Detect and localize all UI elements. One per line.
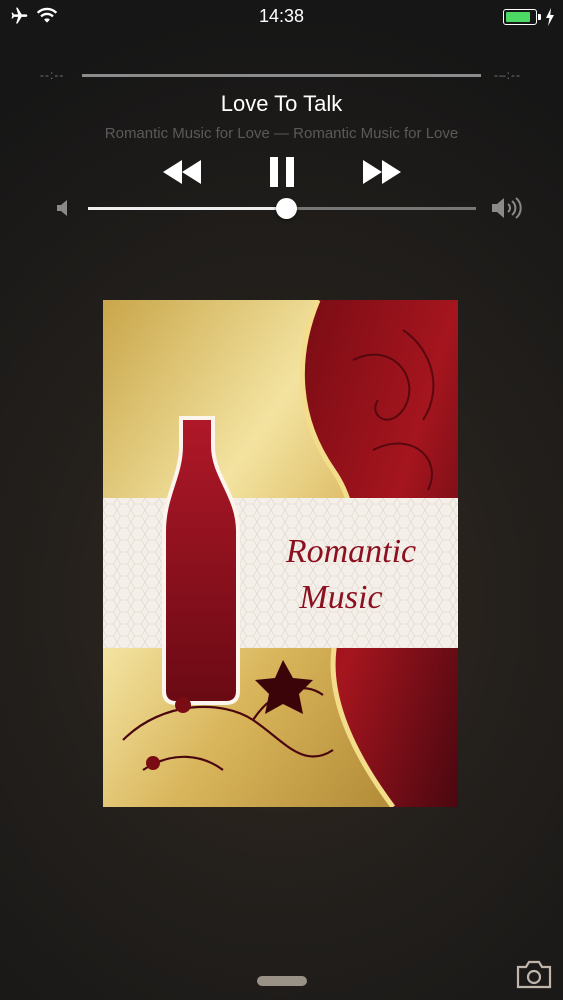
volume-low-icon xyxy=(57,200,67,216)
camera-icon[interactable] xyxy=(514,958,554,992)
rewind-icon[interactable] xyxy=(158,154,206,190)
fast-forward-icon[interactable] xyxy=(358,154,406,190)
battery-nub xyxy=(538,14,541,20)
volume-knob[interactable] xyxy=(275,198,297,219)
artwork-title-line1: Romantic xyxy=(285,533,416,570)
status-time: 14:38 xyxy=(258,6,305,26)
progress-track[interactable] xyxy=(82,74,481,77)
status-bar: 14:38 xyxy=(0,0,563,34)
album-artwork: Romantic Music xyxy=(103,300,458,807)
song-title: Love To Talk xyxy=(220,91,343,116)
volume-slider[interactable] xyxy=(88,198,476,219)
battery-icon xyxy=(503,9,541,25)
volume-fill xyxy=(88,207,286,210)
charging-bolt-icon xyxy=(546,8,554,26)
home-grabber[interactable] xyxy=(257,976,307,986)
progress-row: --:-- -–:-- xyxy=(0,64,563,86)
volume-high-icon xyxy=(492,197,522,219)
artist-album: Romantic Music for Love — Romantic Music… xyxy=(104,125,459,142)
elapsed-time: --:-- xyxy=(40,68,65,82)
battery-fill xyxy=(506,12,530,22)
pause-icon[interactable] xyxy=(264,154,300,190)
artwork-title-line2: Music xyxy=(298,579,382,616)
remaining-time: -–:-- xyxy=(494,68,521,82)
